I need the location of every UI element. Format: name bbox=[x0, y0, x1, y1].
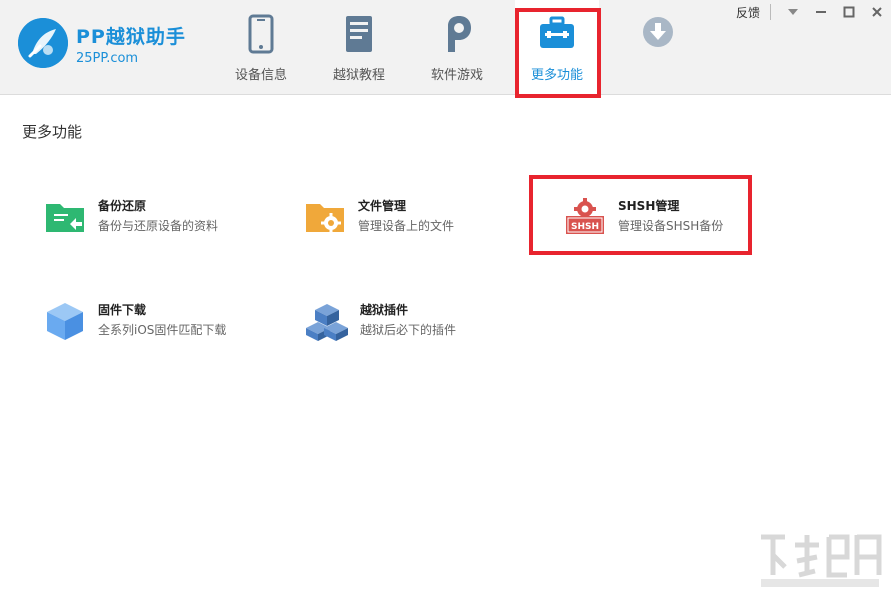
feature-file-manager[interactable]: 文件管理 管理设备上的文件 bbox=[304, 186, 534, 246]
pp-logo-icon bbox=[18, 18, 68, 68]
close-icon[interactable] bbox=[863, 0, 891, 24]
download-icon bbox=[638, 14, 678, 54]
app-url: 25PP.com bbox=[76, 51, 139, 66]
tab-highlight-box bbox=[515, 8, 601, 98]
tab-label: 软件游戏 bbox=[430, 68, 483, 83]
feature-title: 越狱插件 bbox=[360, 303, 409, 317]
feature-title: 备份还原 bbox=[98, 199, 147, 213]
divider bbox=[770, 4, 771, 20]
pp-icon bbox=[437, 14, 477, 54]
minimize-icon[interactable] bbox=[807, 0, 835, 24]
feature-jailbreak-plugins[interactable]: 越狱插件 越狱后必下的插件 bbox=[306, 290, 536, 350]
tab-device-info[interactable]: 设备信息 bbox=[219, 0, 303, 95]
tab-software-games[interactable]: 软件游戏 bbox=[415, 0, 499, 95]
feature-firmware-download[interactable]: 固件下载 全系列iOS固件匹配下载 bbox=[44, 290, 274, 350]
app-name: PP越狱助手 bbox=[76, 26, 186, 48]
tab-downloads[interactable] bbox=[616, 0, 700, 95]
feature-desc: 越狱后必下的插件 bbox=[360, 323, 457, 337]
maximize-icon[interactable] bbox=[835, 0, 863, 24]
top-header: PP越狱助手 25PP.com 设备信息 越狱教程 软件游戏 更多功能 反馈 bbox=[0, 0, 891, 98]
plugin-boxes-icon bbox=[306, 300, 348, 342]
feature-desc: 备份与还原设备的资料 bbox=[98, 219, 219, 233]
feature-title: 固件下载 bbox=[98, 303, 147, 317]
feature-title: 文件管理 bbox=[358, 199, 407, 213]
window-controls: 反馈 bbox=[736, 0, 891, 24]
firmware-cube-icon bbox=[44, 300, 86, 342]
app-brand: PP越狱助手 25PP.com bbox=[76, 22, 186, 66]
feature-desc: 全系列iOS固件匹配下载 bbox=[98, 323, 227, 337]
tab-label: 越狱教程 bbox=[332, 68, 385, 83]
chevron-down-icon[interactable] bbox=[779, 0, 807, 24]
feature-desc: 管理设备上的文件 bbox=[358, 219, 455, 233]
file-folder-icon bbox=[304, 196, 346, 238]
book-icon bbox=[339, 14, 379, 54]
feedback-link[interactable]: 反馈 bbox=[736, 4, 760, 21]
tab-label: 设备信息 bbox=[234, 68, 287, 83]
backup-folder-icon bbox=[44, 196, 86, 238]
tab-jailbreak-guide[interactable]: 越狱教程 bbox=[317, 0, 401, 95]
watermark-logo-icon bbox=[755, 527, 885, 589]
section-title: 更多功能 bbox=[22, 123, 83, 141]
feature-highlight-box bbox=[529, 175, 752, 255]
phone-icon bbox=[241, 14, 281, 54]
feature-backup-restore[interactable]: 备份还原 备份与还原设备的资料 bbox=[44, 186, 274, 246]
